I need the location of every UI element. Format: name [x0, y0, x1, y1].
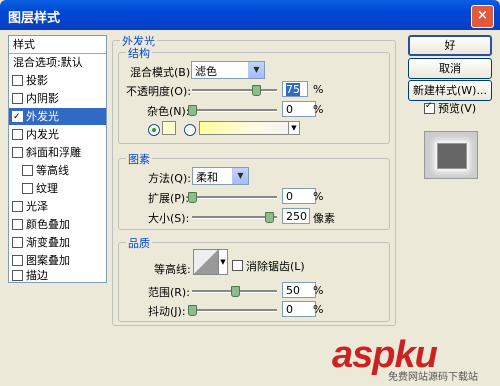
- stroke-checkbox[interactable]: [12, 269, 23, 281]
- noise-input[interactable]: 0: [282, 101, 316, 117]
- size-slider-thumb[interactable]: [264, 212, 274, 223]
- glow-color-swatch[interactable]: [162, 121, 176, 135]
- new-style-button[interactable]: 新建样式(W)...: [408, 80, 492, 101]
- opacity-slider-thumb[interactable]: [251, 85, 261, 96]
- styles-item-inner-glow[interactable]: 内发光: [9, 126, 106, 143]
- opacity-label: 不透明度(O):: [126, 85, 191, 98]
- size-input[interactable]: 250: [282, 208, 310, 224]
- spread-unit: %: [313, 190, 324, 203]
- antialias-label: 消除锯齿(L): [246, 260, 305, 273]
- technique-select[interactable]: 柔和 ▼: [192, 167, 249, 185]
- contour-preview[interactable]: [193, 249, 219, 275]
- preview-label: 预览(V): [438, 102, 477, 115]
- styles-item-outer-glow[interactable]: 外发光: [9, 108, 106, 126]
- gradient-overlay-checkbox[interactable]: [12, 236, 23, 248]
- watermark-subtitle: 免费网站源码下载站: [388, 372, 478, 383]
- gradient-radio[interactable]: [184, 124, 196, 136]
- close-button[interactable]: ×: [471, 5, 494, 28]
- range-input[interactable]: 50: [282, 282, 316, 298]
- preview-checkbox[interactable]: [424, 101, 435, 114]
- styles-list-header[interactable]: 样式: [9, 36, 106, 54]
- noise-slider-track[interactable]: [192, 109, 277, 112]
- noise-unit: %: [313, 103, 324, 116]
- layer-style-dialog: 图层样式 × 样式 混合选项:默认 投影 内阴影 外发光 内发光 斜面和浮雕 等…: [0, 0, 500, 386]
- blend-mode-label: 混合模式(B):: [130, 66, 194, 79]
- opacity-input[interactable]: 75: [282, 81, 308, 97]
- solid-color-radio[interactable]: [148, 124, 160, 136]
- color-overlay-checkbox[interactable]: [12, 218, 23, 230]
- jitter-input[interactable]: 0: [282, 301, 316, 317]
- jitter-slider-track[interactable]: [192, 309, 277, 312]
- antialias-checkbox[interactable]: [232, 260, 243, 271]
- jitter-unit: %: [313, 303, 324, 316]
- title-bar[interactable]: 图层样式 ×: [0, 0, 500, 30]
- pattern-overlay-checkbox[interactable]: [12, 254, 23, 266]
- styles-item-contour[interactable]: 等高线: [9, 162, 116, 179]
- satin-checkbox[interactable]: [12, 200, 23, 212]
- inner-glow-checkbox[interactable]: [12, 128, 23, 140]
- range-label: 范围(R):: [148, 286, 190, 299]
- styles-item-gradient-overlay[interactable]: 渐变叠加: [9, 234, 106, 251]
- styles-item-texture[interactable]: 纹理: [9, 180, 116, 197]
- elements-title: 图素: [126, 151, 152, 167]
- opacity-unit: %: [313, 83, 324, 96]
- styles-item-satin[interactable]: 光泽: [9, 198, 106, 215]
- jitter-slider-thumb[interactable]: [188, 305, 197, 316]
- opacity-slider-track[interactable]: [192, 89, 277, 92]
- chevron-down-icon: ▼: [248, 62, 264, 78]
- drop-shadow-checkbox[interactable]: [12, 74, 23, 86]
- quality-title: 品质: [126, 235, 152, 251]
- cancel-button[interactable]: 取消: [408, 58, 492, 79]
- spread-slider-thumb[interactable]: [188, 192, 197, 203]
- ok-button[interactable]: 好: [408, 35, 492, 56]
- noise-label: 杂色(N):: [147, 105, 190, 118]
- range-slider-thumb[interactable]: [230, 286, 240, 297]
- style-preview-swatch: [437, 143, 467, 169]
- styles-item-pattern-overlay[interactable]: 图案叠加: [9, 252, 106, 269]
- styles-item-bevel-emboss[interactable]: 斜面和浮雕: [9, 144, 106, 161]
- bevel-emboss-checkbox[interactable]: [12, 146, 23, 158]
- spread-input[interactable]: 0: [282, 188, 316, 204]
- contour-chevron-down-icon[interactable]: ▼: [218, 249, 228, 275]
- style-preview: [424, 131, 478, 179]
- range-unit: %: [313, 284, 324, 297]
- noise-slider-thumb[interactable]: [188, 105, 197, 116]
- blend-mode-select[interactable]: 滤色 ▼: [191, 61, 265, 79]
- technique-label: 方法(Q):: [148, 172, 191, 185]
- gradient-dropdown-chevron-icon[interactable]: ▼: [288, 121, 300, 135]
- contour-checkbox[interactable]: [22, 164, 33, 176]
- gradient-swatch[interactable]: [199, 121, 289, 135]
- jitter-label: 抖动(J):: [148, 305, 186, 318]
- spread-label: 扩展(P):: [148, 192, 189, 205]
- styles-item-blending-options[interactable]: 混合选项:默认: [9, 54, 106, 71]
- size-label: 大小(S):: [148, 212, 190, 225]
- inner-shadow-checkbox[interactable]: [12, 92, 23, 104]
- contour-label: 等高线:: [154, 263, 191, 276]
- styles-item-drop-shadow[interactable]: 投影: [9, 72, 106, 89]
- window-title: 图层样式: [8, 11, 61, 26]
- structure-title: 结构: [126, 45, 152, 61]
- styles-item-inner-shadow[interactable]: 内阴影: [9, 90, 106, 107]
- styles-item-color-overlay[interactable]: 颜色叠加: [9, 216, 106, 233]
- chevron-down-icon: ▼: [232, 168, 248, 184]
- texture-checkbox[interactable]: [22, 182, 33, 194]
- spread-slider-track[interactable]: [192, 196, 277, 199]
- styles-list: 样式 混合选项:默认 投影 内阴影 外发光 内发光 斜面和浮雕 等高线 纹理 光…: [8, 35, 107, 283]
- styles-item-stroke[interactable]: 描边: [9, 269, 106, 282]
- outer-glow-checkbox[interactable]: [12, 109, 23, 126]
- size-unit: 像素: [313, 212, 335, 225]
